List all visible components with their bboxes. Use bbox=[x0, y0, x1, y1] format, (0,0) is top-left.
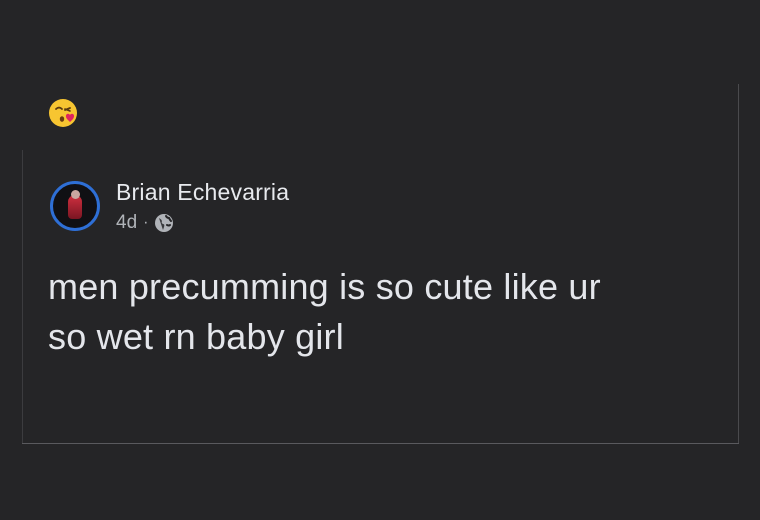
post-text-line: men precumming is so cute like ur bbox=[48, 266, 601, 307]
divider-bottom bbox=[22, 443, 739, 444]
avatar-head bbox=[71, 190, 80, 199]
globe-icon[interactable] bbox=[154, 213, 174, 233]
divider-right bbox=[738, 84, 739, 444]
kissing-face-with-heart-icon[interactable] bbox=[48, 98, 78, 128]
post-timestamp[interactable]: 4d bbox=[116, 212, 137, 234]
post-screenshot: Brian Echevarria 4d · men precumming is … bbox=[0, 0, 760, 520]
separator-dot: · bbox=[143, 214, 149, 231]
post-text: men precumming is so cute like ur so wet… bbox=[48, 262, 728, 362]
author-name[interactable]: Brian Echevarria bbox=[116, 178, 289, 206]
post-text-line: so wet rn baby girl bbox=[48, 316, 344, 357]
post-meta: Brian Echevarria 4d · bbox=[116, 178, 289, 234]
divider-left bbox=[22, 150, 23, 444]
post-header: Brian Echevarria 4d · bbox=[50, 178, 289, 234]
avatar[interactable] bbox=[50, 181, 100, 231]
post-subline: 4d · bbox=[116, 212, 289, 234]
